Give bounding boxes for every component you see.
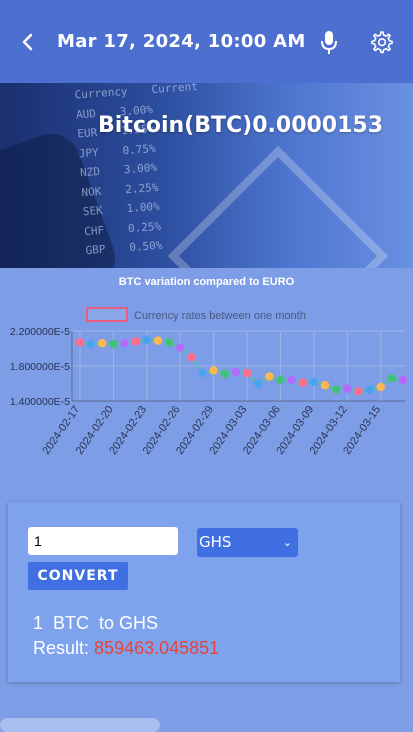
data-point	[187, 353, 196, 362]
chart-title: BTC variation compared to EURO	[118, 276, 295, 288]
data-point	[320, 381, 330, 390]
microphone-icon[interactable]	[317, 29, 341, 55]
banner-table-cell: 0.50%	[128, 238, 163, 255]
data-point	[220, 369, 229, 379]
data-point	[176, 343, 185, 352]
data-point	[365, 385, 374, 394]
data-point	[354, 387, 363, 396]
result-value: 859463.045851	[94, 638, 220, 658]
data-point	[343, 384, 352, 393]
banner-table-cell: EUR	[76, 126, 98, 141]
data-point	[231, 367, 241, 377]
data-point	[120, 339, 129, 348]
data-point	[242, 368, 252, 378]
data-point	[287, 375, 296, 385]
banner-table-cell: CHF	[83, 223, 105, 238]
currency-selected-value: GHS	[199, 533, 232, 551]
data-point	[376, 382, 385, 392]
data-point	[309, 377, 319, 386]
banner-table-cell: 0.75%	[122, 141, 157, 157]
data-point	[131, 337, 140, 346]
bottom-sheet-handle	[0, 718, 160, 732]
data-point	[75, 338, 85, 347]
data-point	[276, 375, 285, 385]
data-point	[98, 339, 107, 348]
data-point	[164, 338, 174, 347]
y-tick-label: 2.200000E-5	[10, 326, 70, 338]
banner-background-currency-table: Currency Current AUD 3.00% EUR 1.25% JPY 0.75% N…	[74, 83, 209, 261]
banner-table-cell: AUD	[75, 106, 97, 121]
y-tick-label: 1.800000E-5	[10, 361, 70, 373]
data-point	[298, 378, 307, 387]
convert-button[interactable]: CONVERT	[28, 562, 128, 590]
y-tick-label: 1.400000E-5	[10, 396, 70, 408]
data-point	[142, 335, 152, 344]
data-point	[265, 372, 274, 381]
conversion-summary: 1 BTC to GHS	[33, 613, 159, 633]
banner-table-cell: SEK	[82, 203, 104, 219]
page-title: Mar 17, 2024, 10:00 AM	[57, 31, 306, 52]
banner-table-cell: GBP	[85, 242, 106, 258]
bitcoin-banner: Currency Current AUD 3.00% EUR 1.25% JPY 0.75% N…	[0, 83, 413, 268]
banner-table-cell: NOK	[81, 184, 102, 199]
btc-euro-line-chart: Currency rates between one month 2.200000…	[10, 307, 408, 457]
banner-table-cell: NZD	[79, 164, 101, 180]
legend-swatch	[86, 307, 128, 322]
amount-input[interactable]	[28, 527, 178, 555]
banner-table-cell: 2.25%	[124, 180, 159, 196]
data-point	[387, 374, 397, 383]
gear-icon[interactable]	[369, 30, 393, 54]
result-label: Result:	[33, 638, 90, 658]
banner-table-cell: 1.00%	[126, 199, 161, 216]
banner-table-cell: JPY	[78, 145, 100, 160]
data-point	[254, 379, 263, 388]
banner-table-cell: 0.25%	[127, 219, 162, 235]
chevron-left-icon[interactable]	[16, 30, 40, 54]
data-point	[198, 368, 207, 378]
legend-label: Currency rates between one month	[134, 310, 306, 322]
data-point	[153, 336, 163, 345]
data-point	[331, 385, 341, 394]
conversion-result: Result: 859463.045851	[33, 638, 219, 659]
currency-select[interactable]: GHS ⌄	[197, 528, 298, 557]
btc-rate-heading: Bitcoin(BTC)0.0000153	[98, 113, 384, 138]
data-point	[398, 375, 408, 385]
data-point	[86, 339, 96, 349]
data-point	[209, 366, 218, 375]
banner-table-cell: 3.00%	[123, 160, 158, 177]
chevron-down-icon: ⌄	[282, 536, 292, 549]
app-header: Mar 17, 2024, 10:00 AM	[0, 0, 413, 83]
data-point	[109, 339, 118, 349]
